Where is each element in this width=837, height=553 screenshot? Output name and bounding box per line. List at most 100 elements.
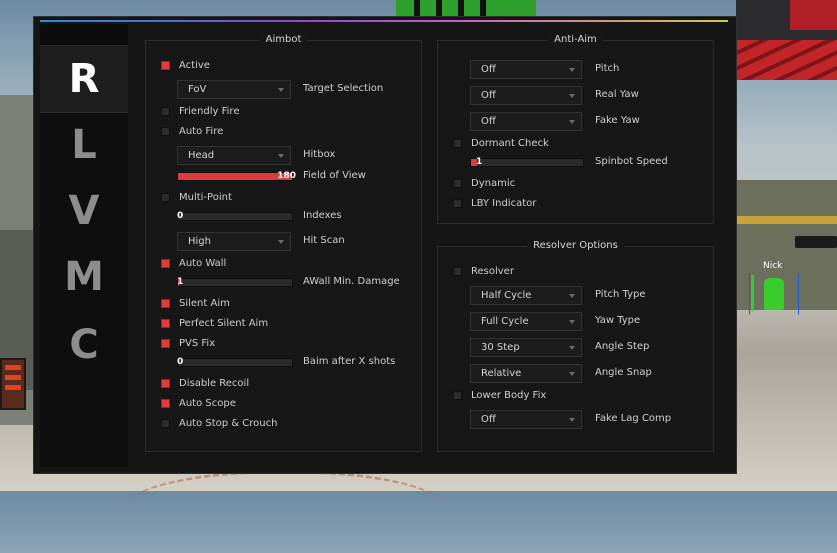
active-checkbox[interactable] <box>161 60 170 70</box>
baim-after-x-shots-slider[interactable]: 0 <box>177 357 293 367</box>
dormant-check-row[interactable]: Dormant Check <box>453 136 549 150</box>
auto-stop-crouch-checkbox[interactable] <box>161 418 170 428</box>
perfect-silent-aim-row[interactable]: Perfect Silent Aim <box>161 316 268 330</box>
indexes-slider[interactable]: 0 <box>177 211 293 221</box>
friendly-fire-row[interactable]: Friendly Fire <box>161 104 239 118</box>
roof-red-top <box>790 0 837 30</box>
hitbox-value: Head <box>188 150 215 161</box>
multi-point-checkbox[interactable] <box>161 192 170 202</box>
anti-aim-title: Anti-Aim <box>548 34 603 45</box>
pvs-fix-label: PVS Fix <box>179 337 216 349</box>
tab-misc[interactable]: M <box>40 252 128 302</box>
pitch-label: Pitch <box>595 63 620 74</box>
chevron-down-icon <box>569 120 575 124</box>
auto-wall-checkbox[interactable] <box>161 258 170 268</box>
resolver-row[interactable]: Resolver <box>453 264 514 278</box>
slider-fill <box>178 173 292 180</box>
disable-recoil-checkbox[interactable] <box>161 378 170 388</box>
baim-after-x-shots-label: Baim after X shots <box>303 356 396 367</box>
dynamic-checkbox[interactable] <box>453 178 462 188</box>
indexes-value: 0 <box>177 211 184 221</box>
perfect-silent-aim-checkbox[interactable] <box>161 318 170 328</box>
friendly-fire-label: Friendly Fire <box>179 105 240 117</box>
fake-lag-comp-label: Fake Lag Comp <box>595 413 672 424</box>
pvs-fix-checkbox[interactable] <box>161 338 170 348</box>
target-selection-value: FoV <box>188 84 207 95</box>
pitch-type-dropdown[interactable]: Half Cycle <box>470 286 582 305</box>
awall-min-damage-slider[interactable]: 1 <box>177 277 293 287</box>
chevron-down-icon <box>278 240 284 244</box>
chevron-down-icon <box>278 154 284 158</box>
auto-scope-label: Auto Scope <box>179 397 236 409</box>
dynamic-label: Dynamic <box>471 177 516 189</box>
disable-recoil-label: Disable Recoil <box>179 377 250 389</box>
roof-red-stripes <box>736 40 837 80</box>
active-checkbox-row[interactable]: Active <box>161 58 210 72</box>
angle-step-dropdown[interactable]: 30 Step <box>470 338 582 357</box>
spinbot-speed-label: Spinbot Speed <box>595 156 668 167</box>
auto-scope-checkbox[interactable] <box>161 398 170 408</box>
real-yaw-value: Off <box>481 90 496 101</box>
silent-aim-checkbox[interactable] <box>161 298 170 308</box>
dormant-check-checkbox[interactable] <box>453 138 462 148</box>
auto-scope-row[interactable]: Auto Scope <box>161 396 236 410</box>
silent-aim-row[interactable]: Silent Aim <box>161 296 230 310</box>
lower-body-fix-row[interactable]: Lower Body Fix <box>453 388 546 402</box>
tab-header <box>40 24 128 46</box>
auto-fire-checkbox[interactable] <box>161 126 170 136</box>
auto-stop-crouch-label: Auto Stop & Crouch <box>179 417 278 429</box>
awall-min-damage-label: AWall Min. Damage <box>303 276 400 287</box>
hit-scan-value: High <box>188 236 211 247</box>
lby-indicator-checkbox[interactable] <box>453 198 462 208</box>
hitbox-dropdown[interactable]: Head <box>177 146 291 165</box>
tab-legitbot[interactable]: L <box>40 120 128 170</box>
target-selection-dropdown[interactable]: FoV <box>177 80 291 99</box>
pvs-fix-row[interactable]: PVS Fix <box>161 336 215 350</box>
silent-aim-label: Silent Aim <box>179 297 230 309</box>
lby-indicator-row[interactable]: LBY Indicator <box>453 196 536 210</box>
disable-recoil-row[interactable]: Disable Recoil <box>161 376 249 390</box>
fake-yaw-dropdown[interactable]: Off <box>470 112 582 131</box>
multi-point-label: Multi-Point <box>179 191 232 203</box>
baim-after-x-shots-value: 0 <box>177 357 184 367</box>
chevron-down-icon <box>278 88 284 92</box>
multi-point-row[interactable]: Multi-Point <box>161 190 232 204</box>
angle-snap-label: Angle Snap <box>595 367 652 378</box>
chevron-down-icon <box>569 372 575 376</box>
tab-ragebot[interactable]: R <box>40 45 128 113</box>
esp-player-model <box>764 278 784 310</box>
pitch-dropdown[interactable]: Off <box>470 60 582 79</box>
tab-visuals[interactable]: V <box>40 186 128 236</box>
hit-scan-dropdown[interactable]: High <box>177 232 291 251</box>
lower-body-fix-checkbox[interactable] <box>453 390 462 400</box>
resolver-options-title: Resolver Options <box>527 240 624 251</box>
real-yaw-dropdown[interactable]: Off <box>470 86 582 105</box>
pitch-type-label: Pitch Type <box>595 289 646 300</box>
chevron-down-icon <box>569 346 575 350</box>
lower-body-fix-label: Lower Body Fix <box>471 389 547 401</box>
menu-accent-line <box>40 20 728 22</box>
pitch-type-value: Half Cycle <box>481 290 532 301</box>
lby-indicator-label: LBY Indicator <box>471 197 537 209</box>
hit-scan-label: Hit Scan <box>303 235 345 246</box>
field-of-view-value: 180 <box>277 171 296 181</box>
chevron-down-icon <box>569 320 575 324</box>
perfect-silent-aim-label: Perfect Silent Aim <box>179 317 269 329</box>
resolver-checkbox[interactable] <box>453 266 462 276</box>
angle-snap-value: Relative <box>481 368 522 379</box>
auto-fire-label: Auto Fire <box>179 125 224 137</box>
yaw-type-dropdown[interactable]: Full Cycle <box>470 312 582 331</box>
field-of-view-slider[interactable]: 180 <box>177 171 296 181</box>
aimbot-title: Aimbot <box>259 34 308 45</box>
auto-wall-row[interactable]: Auto Wall <box>161 256 226 270</box>
spinbot-speed-slider[interactable]: 1 <box>470 157 584 167</box>
dynamic-row[interactable]: Dynamic <box>453 176 515 190</box>
fake-lag-comp-dropdown[interactable]: Off <box>470 410 582 429</box>
auto-fire-row[interactable]: Auto Fire <box>161 124 223 138</box>
dropped-rifle <box>795 236 837 248</box>
auto-stop-crouch-row[interactable]: Auto Stop & Crouch <box>161 416 277 430</box>
angle-snap-dropdown[interactable]: Relative <box>470 364 582 383</box>
tab-colors[interactable]: C <box>40 320 128 370</box>
chevron-down-icon <box>569 94 575 98</box>
friendly-fire-checkbox[interactable] <box>161 106 170 116</box>
